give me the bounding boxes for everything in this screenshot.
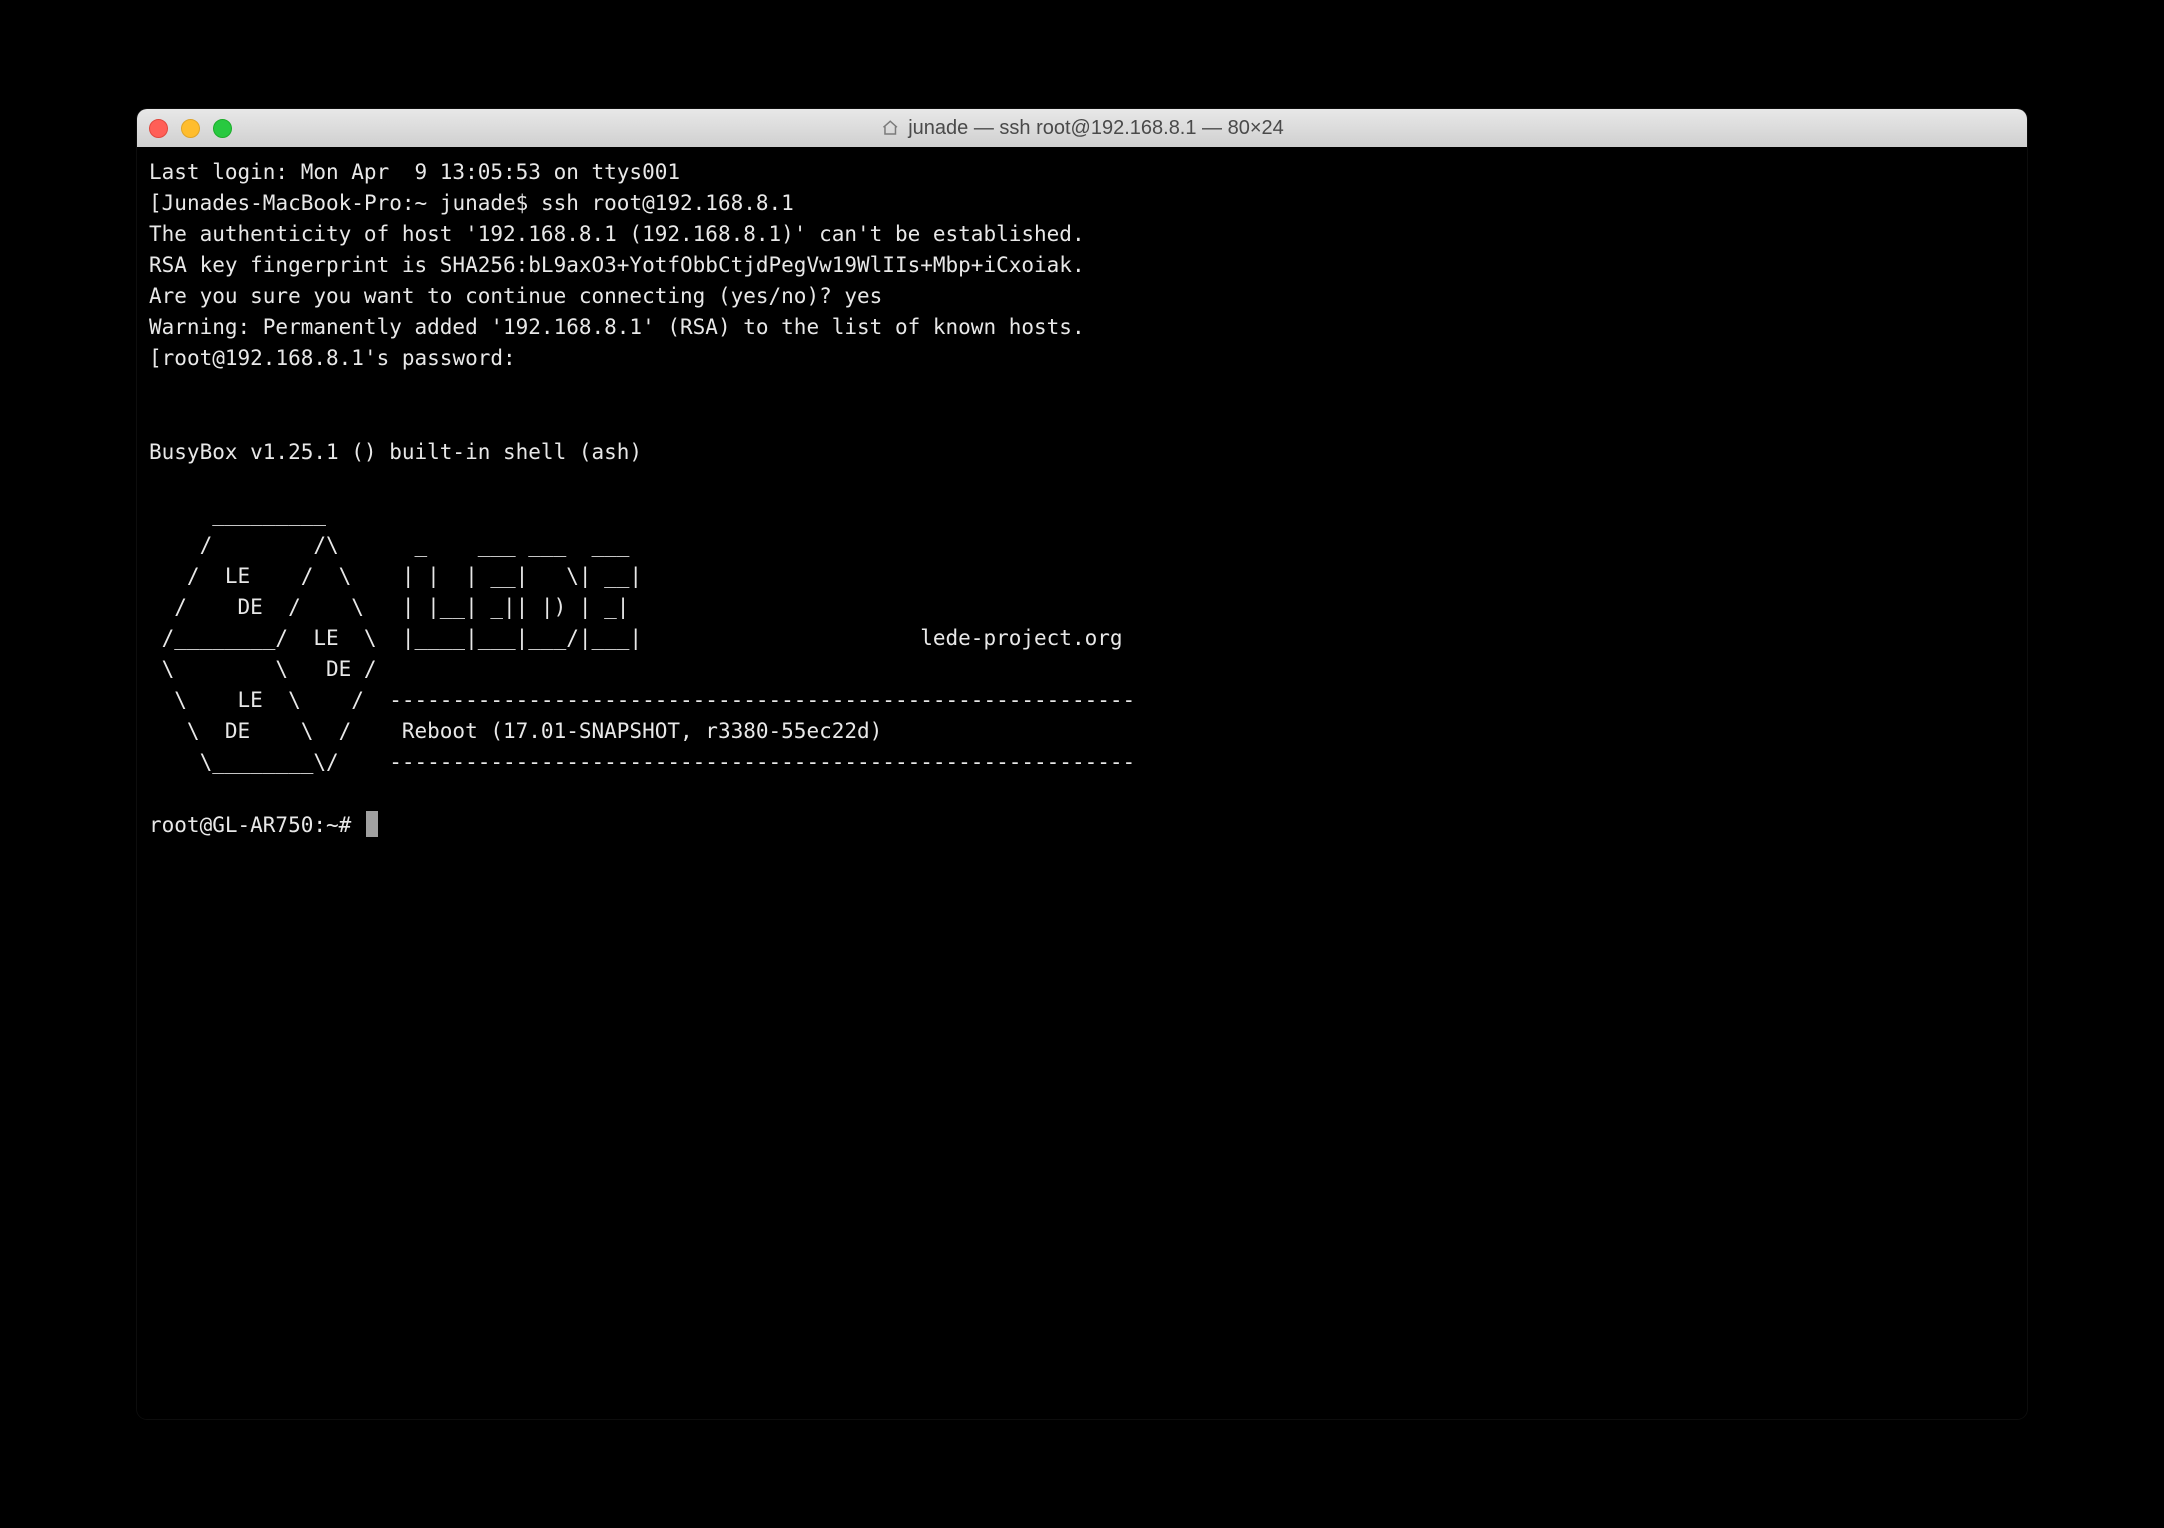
terminal-line: Are you sure you want to continue connec… [149, 284, 882, 308]
terminal-line: The authenticity of host '192.168.8.1 (1… [149, 222, 1085, 246]
window-title: junade — ssh root@192.168.8.1 — 80×24 [908, 117, 1284, 140]
terminal-line: Warning: Permanently added '192.168.8.1'… [149, 315, 1085, 339]
terminal-line-prefix: [ [149, 191, 162, 215]
terminal-line: RSA key fingerprint is SHA256:bL9axO3+Yo… [149, 253, 1085, 277]
ascii-art-line: / LE / \ | | | __| \| __| [149, 564, 642, 588]
ascii-art-line: \ \ DE / [149, 657, 377, 681]
ascii-art-line: / DE / \ | |__| _|| |) | _| [149, 595, 629, 619]
terminal-line: BusyBox v1.25.1 () built-in shell (ash) [149, 440, 642, 464]
ascii-art-line: /________/ LE \ |____|___|___/|___| lede… [149, 626, 1123, 650]
window-title-container: junade — ssh root@192.168.8.1 — 80×24 [880, 117, 1284, 140]
maximize-button[interactable] [213, 119, 232, 138]
ascii-art-line: \________\/ ----------------------------… [149, 750, 1135, 774]
shell-prompt: root@GL-AR750:~# [149, 813, 364, 837]
ascii-art-line: \ LE \ / -------------------------------… [149, 688, 1135, 712]
terminal-body[interactable]: Last login: Mon Apr 9 13:05:53 on ttys00… [137, 147, 2027, 1419]
traffic-lights [149, 119, 232, 138]
home-icon [880, 118, 900, 138]
ascii-art-line: \ DE \ / Reboot (17.01-SNAPSHOT, r3380-5… [149, 719, 882, 743]
ascii-art-line: _________ [149, 502, 326, 526]
cursor [366, 811, 378, 837]
terminal-line: root@192.168.8.1's password: [162, 346, 516, 370]
terminal-window: junade — ssh root@192.168.8.1 — 80×24 La… [137, 109, 2027, 1419]
ascii-art-line: / /\ _ ___ ___ ___ [149, 533, 629, 557]
terminal-line-prefix: [ [149, 346, 162, 370]
minimize-button[interactable] [181, 119, 200, 138]
terminal-line: Junades-MacBook-Pro:~ junade$ ssh root@1… [162, 191, 794, 215]
close-button[interactable] [149, 119, 168, 138]
title-bar: junade — ssh root@192.168.8.1 — 80×24 [137, 109, 2027, 147]
terminal-line: Last login: Mon Apr 9 13:05:53 on ttys00… [149, 160, 680, 184]
